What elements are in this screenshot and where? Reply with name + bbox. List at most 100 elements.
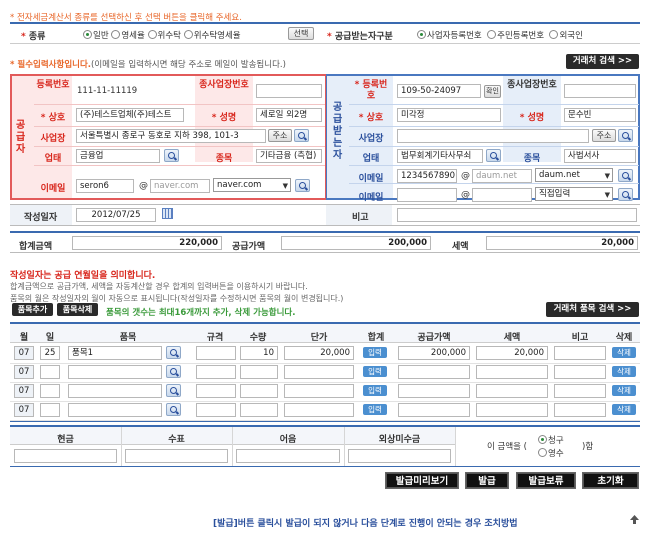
row-day-input[interactable]	[40, 384, 60, 398]
receiver-address-input[interactable]	[397, 129, 589, 143]
row-note-input[interactable]	[554, 365, 606, 379]
preview-button[interactable]: 발급미리보기	[385, 472, 459, 489]
receiver-email-search-icon[interactable]	[618, 169, 633, 182]
receiver-address-button[interactable]: 주소	[592, 129, 616, 142]
receiver-email2-domain-input[interactable]	[472, 188, 532, 202]
receiver-address-search-icon[interactable]	[618, 129, 633, 142]
row-tax-input[interactable]	[476, 365, 548, 379]
item-add-button[interactable]: 품목추가	[12, 303, 53, 316]
calendar-icon[interactable]	[162, 208, 173, 219]
receiver-email2-search-icon[interactable]	[618, 188, 633, 201]
row-month-input[interactable]: 07	[14, 384, 34, 398]
row-item-search-icon[interactable]	[166, 346, 181, 359]
row-item-input[interactable]	[68, 365, 162, 379]
row-input-button[interactable]: 입력	[363, 347, 387, 358]
row-spec-input[interactable]	[196, 384, 236, 398]
option-claim[interactable]: 청구	[538, 434, 564, 446]
row-supply-input[interactable]	[398, 365, 470, 379]
supplier-email-domain-input[interactable]: naver.com	[150, 179, 210, 193]
receiver-biztype-search-icon[interactable]	[486, 149, 501, 162]
receiver-regno-input[interactable]: 109-50-24097	[397, 84, 481, 98]
receiver-option-foreign[interactable]: 외국인	[549, 30, 583, 41]
row-item-search-icon[interactable]	[166, 365, 181, 378]
item-delete-button[interactable]: 품목삭제	[57, 303, 98, 316]
supplier-address-input[interactable]: 서울특별시 종로구 동호로 지하 398, 101-3	[76, 129, 266, 143]
row-price-input[interactable]	[284, 384, 354, 398]
row-input-button[interactable]: 입력	[363, 366, 387, 377]
type-select-button[interactable]: 선택	[288, 27, 314, 40]
row-item-search-icon[interactable]	[166, 403, 181, 416]
remark-input[interactable]	[397, 208, 637, 222]
pay-check-input[interactable]	[125, 449, 228, 463]
receiver-name-input[interactable]: 문수빈	[564, 108, 636, 122]
row-month-input[interactable]: 07	[14, 365, 34, 379]
row-price-input[interactable]	[284, 403, 354, 417]
pay-note-input[interactable]	[236, 449, 340, 463]
row-price-input[interactable]: 20,000	[284, 346, 354, 360]
type-option-consign-zero[interactable]: 위수탁영세율	[183, 30, 241, 41]
row-supply-input[interactable]	[398, 384, 470, 398]
supplier-bizitem-input[interactable]: 기타금융 (측협)	[256, 149, 322, 163]
type-option-zero-rate[interactable]: 영세율	[111, 30, 145, 41]
row-tax-input[interactable]: 20,000	[476, 346, 548, 360]
receiver-option-resident[interactable]: 주민등록번호	[487, 30, 544, 41]
reset-button[interactable]: 초기화	[582, 472, 639, 489]
row-qty-input[interactable]: 10	[240, 346, 278, 360]
receiver-biztype-input[interactable]: 법무회계기타사무쇠	[397, 149, 483, 163]
supplier-subbiz-input[interactable]	[256, 84, 322, 98]
receiver-email-id-input[interactable]: 12345678901	[397, 169, 457, 183]
receiver-confirm-button[interactable]: 확인	[484, 85, 501, 98]
row-item-search-icon[interactable]	[166, 384, 181, 397]
write-date-input[interactable]: 2012/07/25	[76, 208, 156, 222]
issue-button[interactable]: 발급	[465, 472, 509, 489]
row-day-input[interactable]	[40, 365, 60, 379]
row-input-button[interactable]: 입력	[363, 404, 387, 415]
supplier-biztype-search-icon[interactable]	[164, 149, 179, 162]
row-note-input[interactable]	[554, 403, 606, 417]
row-day-input[interactable]	[40, 403, 60, 417]
partner-search-button[interactable]: 거래처 검색 >>	[566, 54, 639, 69]
row-item-input[interactable]: 품목1	[68, 346, 162, 360]
row-qty-input[interactable]	[240, 384, 278, 398]
receiver-email-select[interactable]: daum.net	[535, 168, 613, 182]
receiver-email-domain-input[interactable]: daum.net	[472, 169, 532, 183]
row-input-button[interactable]: 입력	[363, 385, 387, 396]
row-note-input[interactable]	[554, 384, 606, 398]
row-delete-button[interactable]: 삭제	[612, 366, 636, 377]
supplier-email-select[interactable]: naver.com	[213, 178, 291, 192]
row-item-input[interactable]	[68, 403, 162, 417]
row-tax-input[interactable]	[476, 403, 548, 417]
supplier-biztype-input[interactable]: 금융업	[76, 149, 160, 163]
row-spec-input[interactable]	[196, 346, 236, 360]
row-spec-input[interactable]	[196, 365, 236, 379]
row-delete-button[interactable]: 삭제	[612, 404, 636, 415]
row-delete-button[interactable]: 삭제	[612, 385, 636, 396]
row-qty-input[interactable]	[240, 365, 278, 379]
arrow-up-icon[interactable]	[630, 515, 639, 524]
receiver-company-input[interactable]: 미각정	[397, 108, 501, 122]
type-option-general[interactable]: 일반	[83, 30, 109, 41]
hold-button[interactable]: 발급보류	[516, 472, 576, 489]
footer-help-link[interactable]: [발급]버튼 클릭시 발급이 되지 않거나 다음 단계로 진행이 안되는 경우 …	[213, 516, 518, 529]
receiver-option-bizno[interactable]: 사업자등록번호	[417, 30, 482, 41]
row-spec-input[interactable]	[196, 403, 236, 417]
supplier-email-id-input[interactable]: seron6	[76, 179, 134, 193]
pay-credit-input[interactable]	[348, 449, 451, 463]
row-price-input[interactable]	[284, 365, 354, 379]
receiver-email2-select[interactable]: 직접입력	[535, 187, 613, 201]
option-receipt[interactable]: 영수	[538, 447, 564, 459]
receiver-email2-id-input[interactable]	[397, 188, 457, 202]
supplier-address-search-icon[interactable]	[294, 129, 309, 142]
row-tax-input[interactable]	[476, 384, 548, 398]
row-month-input[interactable]: 07	[14, 346, 34, 360]
type-option-consign[interactable]: 위수탁	[147, 30, 181, 41]
supplier-company-input[interactable]: (주)테스트업체(주)테스트	[76, 108, 184, 122]
pay-cash-input[interactable]	[14, 449, 117, 463]
row-delete-button[interactable]: 삭제	[612, 347, 636, 358]
receiver-subbiz-input[interactable]	[564, 84, 636, 98]
row-supply-input[interactable]: 200,000	[398, 346, 470, 360]
row-supply-input[interactable]	[398, 403, 470, 417]
row-month-input[interactable]: 07	[14, 403, 34, 417]
item-search-button[interactable]: 거래처 품목 검색 >>	[546, 302, 639, 317]
row-day-input[interactable]: 25	[40, 346, 60, 360]
